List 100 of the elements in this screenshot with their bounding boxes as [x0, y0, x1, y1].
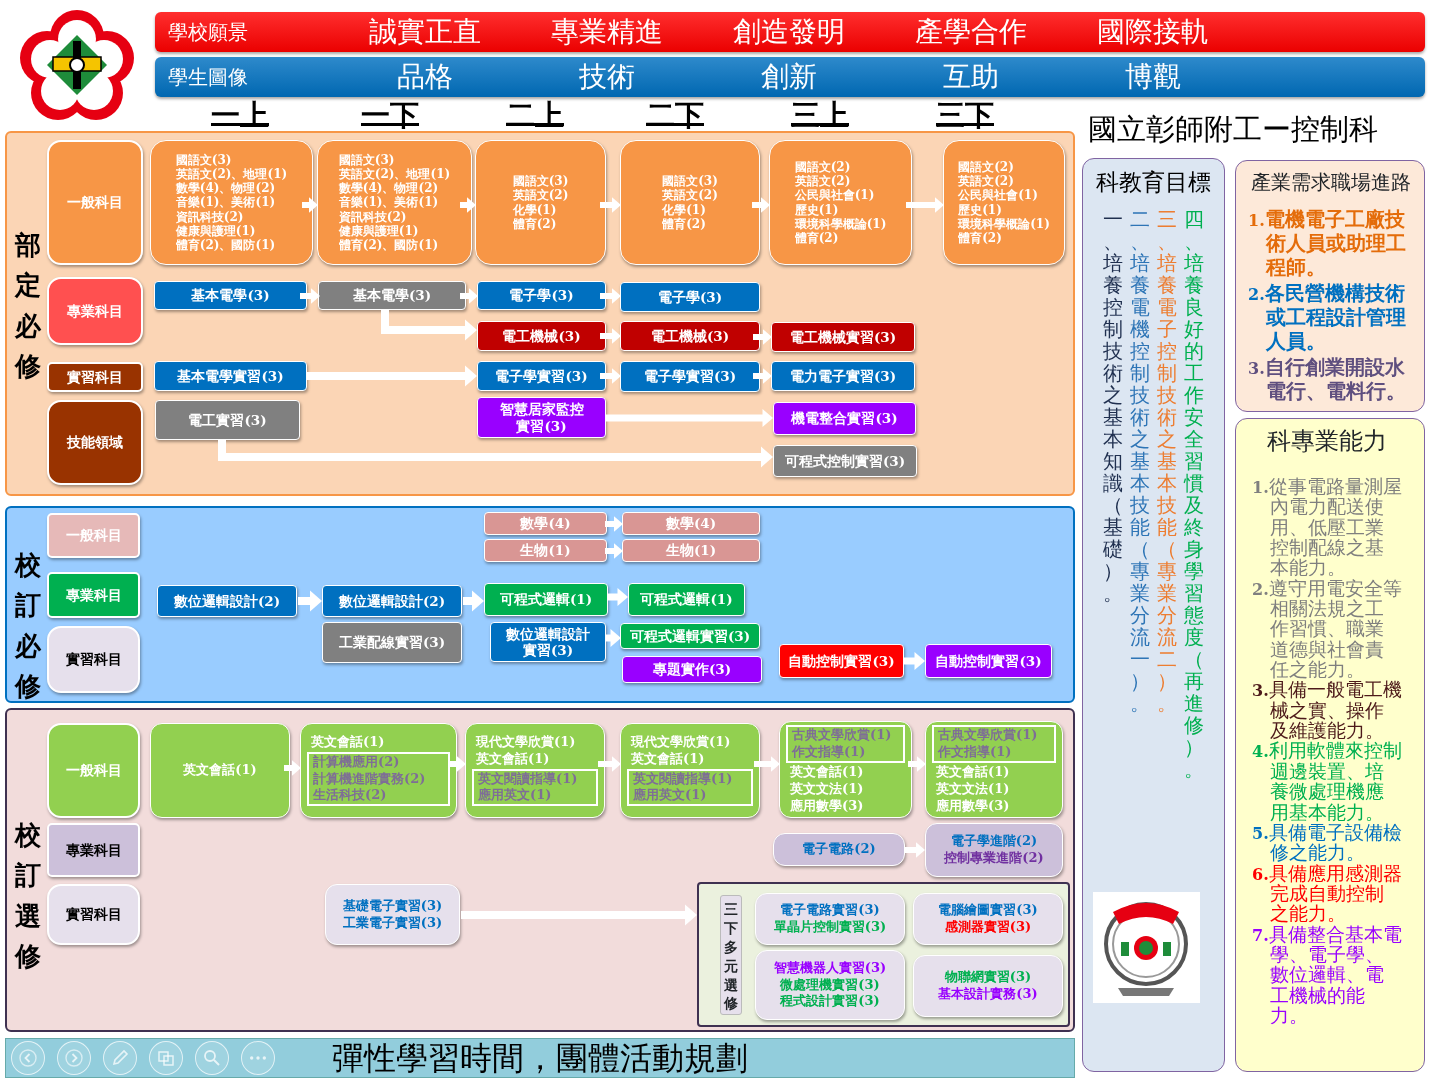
semester-label: 一下 — [360, 100, 420, 131]
course-name: 古典文學欣賞(1) — [792, 727, 893, 745]
course-name: 實習(3) — [515, 417, 568, 434]
course-name: 音樂(1)、美術(1) — [175, 195, 277, 210]
slides-button[interactable] — [149, 1041, 183, 1075]
course-name: 資訊科技(2) — [175, 209, 245, 224]
course-name: 電工機械(3) — [502, 327, 581, 345]
course-name: 物聯網實習(3) — [943, 969, 1033, 986]
course-name: 微處理機實習(3) — [779, 976, 881, 994]
course-name: 計算機進階實務(2) — [313, 770, 427, 788]
course-name: 資訊科技(2) — [338, 209, 408, 224]
course-name: 環境科學概論(1) — [958, 216, 1050, 231]
course-name: 電工機械實習(3) — [789, 328, 897, 346]
course-name: 基本設計實務(3) — [937, 986, 1039, 1003]
category-tag: 專業科目 — [47, 277, 143, 345]
category-tag: 一般科目 — [47, 140, 143, 265]
course-name: 電子電路實習(3) — [779, 902, 881, 919]
school-title: 國立彰師附工ー控制科 — [1087, 111, 1379, 148]
career-item: 3.自行創業開設水電行、電料行。 — [1248, 355, 1407, 403]
course-name: 英語文(2) — [794, 174, 852, 189]
course-name: 體育(2) — [958, 230, 1002, 245]
course-name: 國語文(3) — [338, 153, 396, 168]
course-name: 計算機應用(2) — [313, 753, 401, 771]
banner-item: 創新 — [760, 59, 818, 95]
semester-label: 二下 — [645, 100, 705, 131]
course-name: 英文閱讀指導(1) — [478, 770, 579, 788]
course-name: 數位邏輯設計(2) — [173, 592, 281, 610]
ability-item: 7.具備整合基本電學、電子學、數位邏輯、電工機械的能力。 — [1252, 924, 1402, 1027]
course-name: 可程式控制實習(3) — [784, 452, 906, 470]
course-name: 化學(1) — [662, 202, 707, 217]
banner-item: 誠實正直 — [368, 14, 482, 50]
banner-label: 學校願景 — [167, 19, 249, 46]
course-name: 公民與社會(1) — [794, 188, 876, 203]
course-name: 歷史(1) — [958, 202, 1003, 217]
course-name: 機電整合實習(3) — [791, 410, 898, 427]
course-name: 作文指導(1) — [938, 744, 1013, 762]
goal-text: 四、培養良好的工作安全習慣及終身學習態度（再進修）。 — [1184, 207, 1204, 780]
course-name: 英文閱讀指導(1) — [633, 770, 734, 788]
course-name: 體育(2) — [662, 216, 707, 231]
semester-label: 二上 — [505, 100, 565, 131]
course-name: 電子學進階(2) — [949, 833, 1039, 850]
course-name: 體育(2) — [512, 216, 558, 231]
section-title: 部定必修 — [15, 229, 41, 383]
career-item: 1.電機電子工廠技術人員或助理工程師。 — [1248, 207, 1407, 279]
course-name: 可程式邏輯(1) — [640, 591, 733, 608]
course-name: 數學(4)、物理(2) — [175, 181, 277, 196]
panel-title: 科專業能力 — [1266, 426, 1388, 457]
pen-icon — [110, 1048, 130, 1068]
course-name: 健康與護理(1) — [338, 223, 420, 238]
course-name: 環境科學概論(1) — [794, 216, 887, 231]
more-button[interactable] — [241, 1041, 275, 1075]
banner-item: 互助 — [942, 59, 1000, 95]
course-name: 健康與護理(1) — [175, 223, 257, 238]
panel-title: 科教育目標 — [1096, 168, 1211, 197]
course-name: 工業配線實習(3) — [338, 634, 446, 651]
pen-button[interactable] — [103, 1041, 137, 1075]
course-name: 應用英文(1) — [478, 787, 553, 805]
ability-item: 5.具備電子設備檢修之能力。 — [1252, 822, 1402, 864]
semester-label: 一上 — [210, 100, 270, 131]
course-name: 英文會話(1) — [631, 750, 706, 768]
section-title: 校訂選修 — [15, 819, 41, 973]
category-tag: 專業科目 — [47, 823, 140, 877]
category-tag: 一般科目 — [47, 513, 140, 558]
course-name: 自動控制實習(3) — [788, 652, 895, 670]
course-name: 電子學(3) — [657, 288, 723, 306]
ability-item: 3.具備一般電工機械之實、操作及維護能力。 — [1252, 680, 1402, 742]
career-item: 2.各民營機構技術或工程設計管理人員。 — [1248, 281, 1407, 353]
course-name: 電子學(3) — [509, 287, 574, 304]
ability-item: 6.具備應用感測器完成自動控制之能力。 — [1252, 863, 1402, 925]
category-tag: 專業科目 — [47, 572, 140, 618]
section-title: 校訂必修 — [15, 549, 41, 703]
banner-item: 品格 — [396, 59, 454, 95]
course-name: 作文指導(1) — [792, 744, 867, 762]
course-name: 控制專業進階(2) — [943, 850, 1045, 867]
zoom-button[interactable] — [195, 1041, 229, 1075]
banner-item: 技術 — [578, 59, 636, 95]
course-name: 數位邏輯設計 — [506, 625, 590, 642]
course-name: 歷史(1) — [794, 202, 840, 217]
course-name: 公民與社會(1) — [958, 188, 1039, 203]
course-name: 英文會話(1) — [182, 762, 258, 779]
course-name: 基礎電子實習(3) — [341, 897, 444, 915]
course-name: 英語文(2) — [662, 188, 718, 203]
category-tag: 實習科目 — [47, 626, 140, 693]
course-name: 體育(2) — [794, 230, 839, 245]
course-name: 國語文(3) — [512, 174, 569, 189]
banner-item: 產學合作 — [914, 14, 1028, 50]
goal-text: 一、培養控制技術之基本知識（基礎）。 — [1103, 207, 1123, 607]
category-tag: 實習科目 — [47, 362, 143, 392]
course-name: 智慧居家監控 — [499, 401, 584, 418]
previous-button[interactable] — [11, 1041, 45, 1075]
search-icon — [202, 1048, 222, 1068]
course-name: 應用數學(3) — [936, 797, 1011, 815]
next-button[interactable] — [57, 1041, 91, 1075]
course-name: 電子學實習(3) — [495, 367, 588, 385]
course-name: 電工機械(3) — [650, 327, 730, 345]
more-icon — [250, 1056, 266, 1060]
course-name: 國語文(2) — [794, 160, 852, 175]
course-name: 應用英文(1) — [633, 787, 708, 805]
footer-text: 彈性學習時間，團體活動規劃 — [332, 1042, 748, 1074]
panel-title: 產業需求職場進路 — [1250, 169, 1412, 196]
